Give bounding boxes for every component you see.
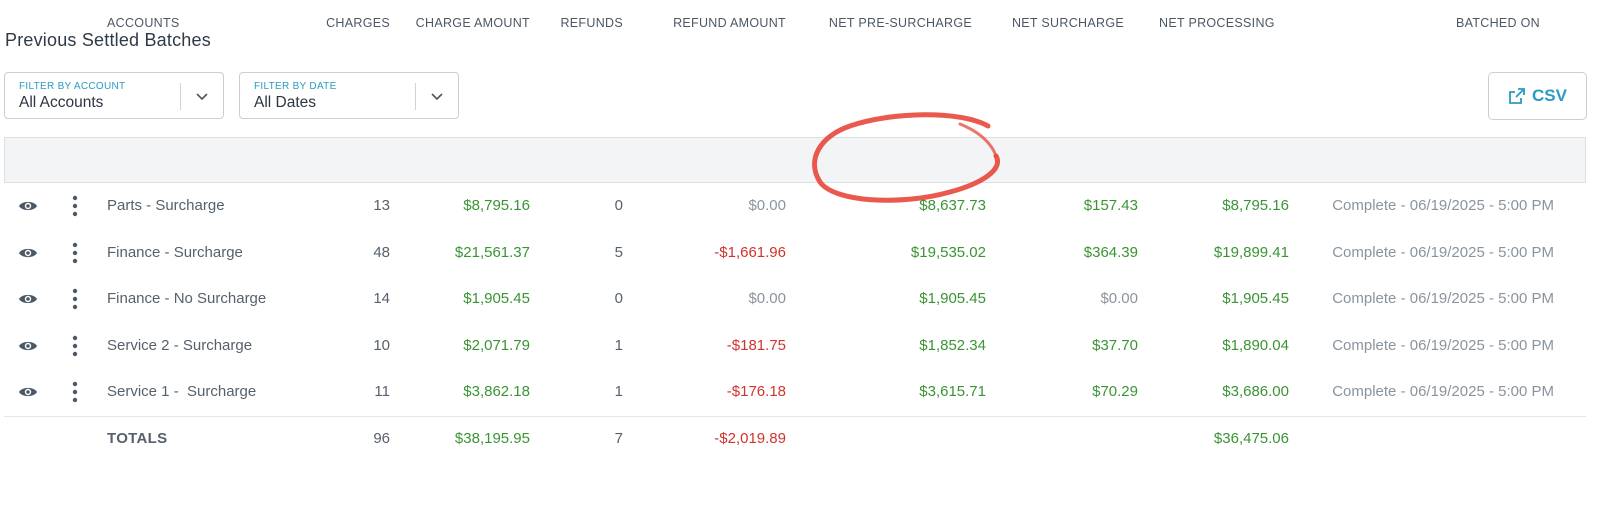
cell-account: Parts - Surcharge (107, 197, 225, 214)
cell-batched-on: Complete - 06/19/2025 - 5:00 PM (1332, 337, 1554, 354)
cell-account: Service 2 - Surcharge (107, 337, 253, 354)
table-header (4, 137, 1586, 183)
cell-refund-amount: -$176.18 (726, 383, 786, 400)
eye-icon[interactable] (18, 339, 38, 353)
more-vertical-icon[interactable] (72, 335, 78, 357)
header-charge-amount[interactable]: CHARGE AMOUNT (400, 16, 530, 30)
cell-net-processing: $3,686.00 (1222, 383, 1289, 400)
cell-batched-on: Complete - 06/19/2025 - 5:00 PM (1332, 383, 1554, 400)
cell-net-pre-surcharge: $3,615.71 (919, 383, 986, 400)
header-accounts[interactable]: ACCOUNTS (107, 16, 180, 30)
cell-charge-amount: $8,795.16 (463, 197, 530, 214)
filter-by-date-select[interactable]: FILTER BY DATE All Dates (239, 72, 459, 119)
eye-icon[interactable] (18, 385, 38, 399)
totals-net-processing: $36,475.06 (1213, 430, 1289, 447)
filter-by-account-select[interactable]: FILTER BY ACCOUNT All Accounts (4, 72, 224, 119)
header-refund-amount[interactable]: REFUND AMOUNT (636, 16, 786, 30)
cell-batched-on: Complete - 06/19/2025 - 5:00 PM (1332, 290, 1554, 307)
csv-label: CSV (1532, 86, 1567, 105)
cell-refunds: 1 (614, 383, 623, 400)
filter-separator (415, 83, 416, 110)
filter-by-date-label: FILTER BY DATE (254, 81, 337, 92)
totals-label: TOTALS (107, 430, 168, 447)
cell-charge-amount: $3,862.18 (463, 383, 530, 400)
cell-refunds: 1 (614, 337, 623, 354)
cell-charges: 48 (373, 244, 390, 261)
header-batched-on[interactable]: BATCHED ON (1380, 16, 1540, 30)
csv-export-button[interactable]: CSV (1488, 72, 1587, 120)
cell-net-surcharge: $364.39 (1083, 244, 1138, 261)
filter-by-date-value: All Dates (254, 94, 317, 111)
header-net-surcharge[interactable]: NET SURCHARGE (990, 16, 1124, 30)
cell-batched-on: Complete - 06/19/2025 - 5:00 PM (1332, 197, 1554, 214)
cell-net-pre-surcharge: $19,535.02 (910, 244, 986, 261)
more-vertical-icon[interactable] (72, 242, 78, 264)
chevron-down-icon[interactable] (195, 89, 209, 103)
cell-account: Service 1 - Surcharge (107, 383, 257, 400)
cell-net-processing: $1,905.45 (1222, 290, 1289, 307)
cell-net-surcharge: $70.29 (1092, 383, 1138, 400)
annotation-circle (812, 112, 1000, 203)
more-vertical-icon[interactable] (72, 195, 78, 217)
eye-icon[interactable] (18, 292, 38, 306)
totals-refunds: 7 (614, 430, 623, 447)
more-vertical-icon[interactable] (72, 381, 78, 403)
cell-charges: 11 (374, 383, 390, 400)
filter-by-account-value: All Accounts (19, 94, 104, 111)
cell-net-processing: $8,795.16 (1222, 197, 1289, 214)
cell-net-processing: $19,899.41 (1213, 244, 1289, 261)
header-refunds[interactable]: REFUNDS (543, 16, 623, 30)
cell-refund-amount: $0.00 (748, 290, 786, 307)
cell-charge-amount: $21,561.37 (454, 244, 530, 261)
header-net-pre-surcharge[interactable]: NET PRE-SURCHARGE (800, 16, 972, 30)
cell-refund-amount: -$181.75 (726, 337, 786, 354)
cell-account: Finance - Surcharge (107, 244, 243, 261)
cell-net-pre-surcharge: $1,905.45 (919, 290, 986, 307)
cell-charges: 10 (373, 337, 390, 354)
cell-charges: 13 (373, 197, 390, 214)
cell-charge-amount: $1,905.45 (463, 290, 530, 307)
eye-icon[interactable] (18, 246, 38, 260)
page-title: Previous Settled Batches (5, 30, 211, 50)
cell-refunds: 0 (614, 197, 623, 214)
header-charges[interactable]: CHARGES (310, 16, 390, 30)
filter-by-account-label: FILTER BY ACCOUNT (19, 81, 126, 92)
cell-refund-amount: -$1,661.96 (714, 244, 786, 261)
cell-net-pre-surcharge: $1,852.34 (919, 337, 986, 354)
eye-icon[interactable] (18, 199, 38, 213)
cell-net-surcharge: $37.70 (1092, 337, 1138, 354)
filter-separator (180, 83, 181, 110)
totals-charge-amount: $38,195.95 (454, 430, 530, 447)
cell-account: Finance - No Surcharge (107, 290, 267, 307)
cell-charge-amount: $2,071.79 (463, 337, 530, 354)
cell-refunds: 5 (614, 244, 623, 261)
cell-refund-amount: $0.00 (748, 197, 786, 214)
totals-divider (4, 416, 1586, 417)
totals-refund-amount: -$2,019.89 (714, 430, 786, 447)
header-net-processing[interactable]: NET PROCESSING (1159, 16, 1275, 30)
cell-batched-on: Complete - 06/19/2025 - 5:00 PM (1332, 244, 1554, 261)
cell-net-surcharge: $0.00 (1100, 290, 1138, 307)
external-link-icon (1509, 88, 1525, 104)
cell-charges: 14 (373, 290, 390, 307)
chevron-down-icon[interactable] (430, 89, 444, 103)
cell-refunds: 0 (614, 290, 623, 307)
totals-charges: 96 (373, 430, 390, 447)
more-vertical-icon[interactable] (72, 288, 78, 310)
cell-net-processing: $1,890.04 (1222, 337, 1289, 354)
